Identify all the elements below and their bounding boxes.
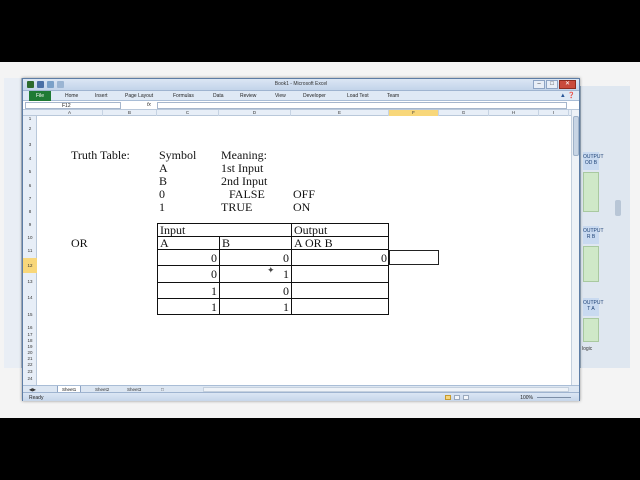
name-box[interactable]: F12 — [25, 102, 121, 109]
row-header[interactable]: 15 — [23, 306, 37, 323]
row-header[interactable]: 10 — [23, 231, 37, 244]
maximize-button[interactable]: □ — [546, 80, 558, 89]
close-button[interactable]: ✕ — [559, 80, 576, 89]
tab-review[interactable]: Review — [240, 93, 256, 99]
zoom-slider[interactable] — [537, 397, 571, 398]
bg-green-block-2 — [583, 246, 599, 282]
row-header[interactable]: 14 — [23, 290, 37, 306]
bg-output-tag-2: OUTPUT R B — [583, 226, 604, 244]
selected-cell-f12[interactable] — [389, 250, 439, 265]
vertical-scroll-thumb[interactable] — [573, 116, 579, 156]
bg-output-tag-1: OUTPUT OD B — [583, 152, 604, 170]
formula-bar: F12 fx — [23, 101, 579, 110]
row-header[interactable]: 2 — [23, 121, 37, 137]
tab-data[interactable]: Data — [213, 93, 224, 99]
tab-home[interactable]: Home — [65, 93, 78, 99]
mouse-cursor-icon: ✦ — [267, 265, 275, 275]
cell-e7[interactable]: OFF — [293, 188, 315, 200]
zoom-level[interactable]: 100% — [520, 395, 533, 401]
background-window-left — [4, 78, 22, 368]
status-bar: Ready 100% — [23, 392, 579, 401]
bg-green-block-3 — [583, 318, 599, 342]
sheet-tabs-bar: ◀▶ Sheet1 Sheet2 Sheet3 □ — [23, 385, 579, 393]
row-header[interactable]: 9 — [23, 218, 37, 231]
formula-input[interactable] — [157, 102, 567, 109]
tab-insert[interactable]: Insert — [95, 93, 108, 99]
cell-c10[interactable]: Input — [160, 224, 185, 236]
file-tab[interactable]: File — [29, 91, 51, 101]
cell-c6[interactable]: B — [159, 175, 167, 187]
cell-c13[interactable]: 0 — [161, 268, 217, 280]
tab-page-layout[interactable]: Page Layout — [125, 93, 153, 99]
bg-scrollbar-thumb[interactable] — [615, 200, 621, 216]
title-bar: Book1 - Microsoft Excel – □ ✕ — [23, 79, 579, 91]
row-header[interactable]: 23 — [23, 368, 37, 375]
cell-d15[interactable]: 1 — [223, 301, 289, 313]
table-line — [157, 282, 389, 283]
help-icon[interactable]: ▲ ❓ — [560, 92, 575, 99]
status-mode: Ready — [29, 395, 44, 401]
table-line — [157, 236, 389, 237]
bg-output-tag-3: OUTPUT T A — [583, 298, 604, 316]
tab-formulas[interactable]: Formulas — [173, 93, 194, 99]
excel-window: Book1 - Microsoft Excel – □ ✕ File Home … — [22, 78, 580, 401]
tab-load-test[interactable]: Load Test — [347, 93, 369, 99]
window-title: Book1 - Microsoft Excel — [274, 81, 328, 87]
row-header[interactable]: 4 — [23, 153, 37, 165]
vertical-scrollbar[interactable] — [571, 110, 579, 385]
row-header[interactable]: 12 — [23, 258, 37, 273]
row-header[interactable]: 5 — [23, 165, 37, 179]
row-header[interactable]: 8 — [23, 205, 37, 218]
cell-d5[interactable]: 1st Input — [221, 162, 263, 174]
tab-team[interactable]: Team — [387, 93, 399, 99]
cell-c8[interactable]: 1 — [159, 201, 165, 213]
video-frame: OUTPUT OD B OUTPUT R B OUTPUT T A logic … — [0, 0, 640, 480]
cell-d6[interactable]: 2nd Input — [221, 175, 267, 187]
page-break-view-icon[interactable] — [463, 395, 469, 400]
ribbon-tabs: File Home Insert Page Layout Formulas Da… — [23, 91, 579, 101]
row-header[interactable]: 11 — [23, 244, 37, 258]
row-header[interactable]: 6 — [23, 179, 37, 192]
cell-d14[interactable]: 0 — [223, 285, 289, 297]
cell-c5[interactable]: A — [159, 162, 168, 174]
bg-green-block-1 — [583, 172, 599, 212]
cell-d13[interactable]: 1 — [223, 268, 289, 280]
cell-d12[interactable]: 0 — [223, 252, 289, 264]
window-controls: – □ ✕ — [533, 80, 576, 89]
bg-logic-label: logic — [582, 346, 593, 352]
cell-d7[interactable]: FALSE — [229, 188, 265, 200]
cell-c7[interactable]: 0 — [159, 188, 165, 200]
cell-c15[interactable]: 1 — [161, 301, 217, 313]
cell-c14[interactable]: 1 — [161, 285, 217, 297]
cell-e12[interactable]: 0 — [295, 252, 387, 264]
cell-e8[interactable]: ON — [293, 201, 310, 213]
cell-b4[interactable]: Truth Table: — [71, 149, 130, 161]
row-headers: 1 2 3 4 5 6 7 8 9 10 11 12 13 14 15 16 1… — [23, 116, 37, 385]
minimize-button[interactable]: – — [533, 80, 545, 89]
tab-developer[interactable]: Developer — [303, 93, 326, 99]
cell-d11[interactable]: B — [222, 237, 230, 249]
table-line — [157, 298, 389, 299]
table-line — [291, 223, 292, 315]
table-line — [219, 236, 220, 315]
cell-d8[interactable]: TRUE — [221, 201, 252, 213]
row-header[interactable]: 3 — [23, 137, 37, 153]
row-header[interactable]: 16 — [23, 323, 37, 332]
tab-view[interactable]: View — [275, 93, 286, 99]
table-line — [157, 249, 389, 250]
fx-icon[interactable]: fx — [147, 102, 151, 108]
page-layout-view-icon[interactable] — [454, 395, 460, 400]
cell-e11[interactable]: A OR B — [294, 237, 333, 249]
row-header[interactable]: 13 — [23, 273, 37, 290]
cell-d4[interactable]: Meaning: — [221, 149, 267, 161]
cell-c11[interactable]: A — [160, 237, 169, 249]
cell-c12[interactable]: 0 — [161, 252, 217, 264]
cell-c4[interactable]: Symbol — [159, 149, 196, 161]
cell-b11[interactable]: OR — [71, 237, 88, 249]
normal-view-icon[interactable] — [445, 395, 451, 400]
cell-e10[interactable]: Output — [294, 224, 327, 236]
row-header[interactable]: 24 — [23, 375, 37, 382]
row-header[interactable]: 7 — [23, 192, 37, 205]
worksheet-grid[interactable]: Truth Table: Symbol Meaning: A 1st Input… — [37, 116, 567, 385]
